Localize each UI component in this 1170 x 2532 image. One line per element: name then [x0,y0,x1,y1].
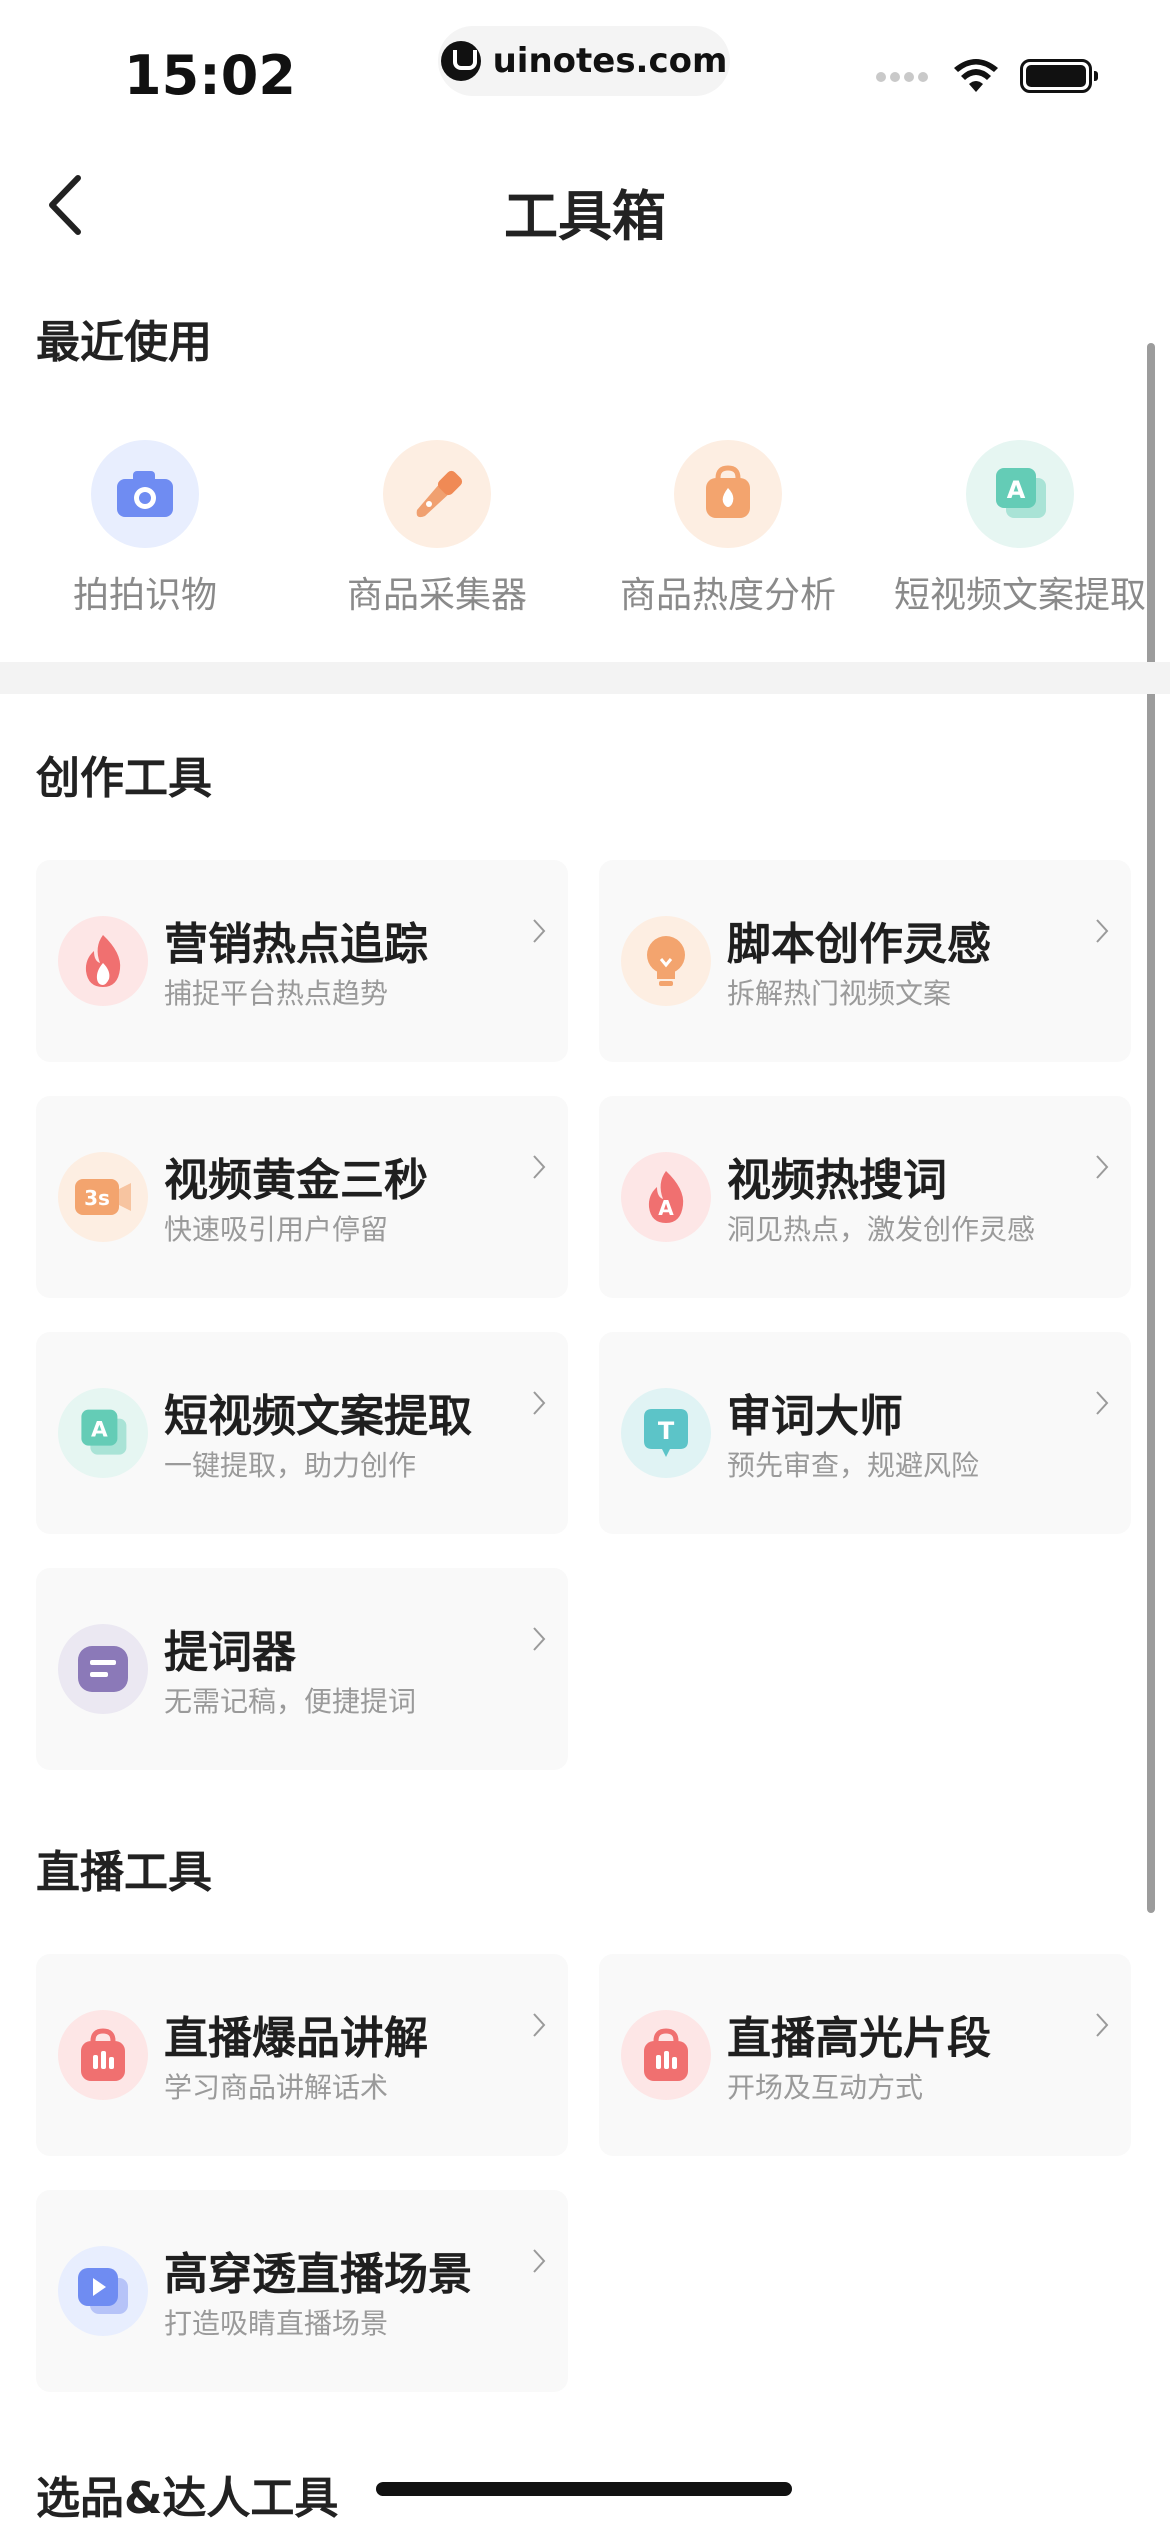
recent-item-product-collector[interactable]: 商品采集器 [307,440,567,618]
recent-item-text-extract[interactable]: A 短视频文案提取 [890,440,1150,618]
product-collector-icon [383,440,491,548]
wifi-icon [954,59,998,92]
tool-subtitle: 捕捉平台热点趋势 [164,977,389,1010]
tool-subtitle: 打造吸睛直播场景 [164,2307,389,2340]
teleprompter-icon [58,1624,148,1714]
tool-title: 短视频文案提取 [164,1391,472,1442]
recent-item-camera[interactable]: 拍拍识物 [15,440,275,618]
lightbulb-icon [621,916,711,1006]
section-title-recent: 最近使用 [36,317,212,368]
tool-title: 审词大师 [727,1391,903,1442]
tool-card-text-extract[interactable]: A 短视频文案提取 一键提取，助力创作 [36,1332,568,1534]
tool-subtitle: 开场及互动方式 [727,2071,924,2104]
svg-text:A: A [1007,476,1026,504]
chevron-right-icon [533,1627,546,1651]
text-extract-icon: A [966,440,1074,548]
tool-card-text-review[interactable]: T 审词大师 预先审查，规避风险 [599,1332,1131,1534]
tool-subtitle: 洞见热点，激发创作灵感 [727,1213,1036,1246]
chevron-right-icon [533,2249,546,2273]
text-extract-icon: A [58,1388,148,1478]
tool-title: 直播高光片段 [727,2013,991,2064]
tool-subtitle: 学习商品讲解话术 [164,2071,389,2104]
home-indicator[interactable] [376,2482,792,2496]
tool-subtitle: 无需记稿，便捷提词 [164,1685,417,1718]
section-title-live: 直播工具 [36,1847,212,1898]
recent-item-label: 短视频文案提取 [893,575,1146,616]
chevron-right-icon [1096,2013,1109,2037]
chevron-right-icon [1096,1155,1109,1179]
tool-title: 脚本创作灵感 [727,919,991,970]
recent-item-label: 商品热度分析 [619,575,836,616]
nav-bar: 工具箱 [0,150,1170,260]
chevron-right-icon [533,919,546,943]
svg-text:3s: 3s [84,1186,110,1210]
tool-title: 营销热点追踪 [164,919,428,970]
status-indicators [876,58,1098,94]
tool-card-teleprompter[interactable]: 提词器 无需记稿，便捷提词 [36,1568,568,1770]
section-title-creation: 创作工具 [36,753,212,804]
section-title-selection: 选品&达人工具 [36,2473,339,2524]
svg-text:A: A [658,1196,674,1220]
chevron-right-icon [1096,1391,1109,1415]
tool-card-live-highlight[interactable]: 直播高光片段 开场及互动方式 [599,1954,1131,2156]
tool-card-script-inspiration[interactable]: 脚本创作灵感 拆解热门视频文案 [599,860,1131,1062]
tool-card-hot-search-words[interactable]: A 视频热搜词 洞见热点，激发创作灵感 [599,1096,1131,1298]
svg-text:A: A [91,1418,108,1443]
recent-item-product-heat[interactable]: 商品热度分析 [598,440,858,618]
section-divider [0,662,1170,694]
tool-title: 直播爆品讲解 [164,2013,428,2064]
tool-subtitle: 一键提取，助力创作 [164,1449,417,1482]
url-pill[interactable]: uinotes.com [438,26,730,96]
tool-title: 提词器 [164,1627,296,1678]
fire-icon [58,916,148,1006]
recent-item-label: 拍拍识物 [72,575,217,616]
live-highlight-icon [621,2010,711,2100]
tool-subtitle: 快速吸引用户停留 [164,1213,389,1246]
url-text: uinotes.com [492,41,728,81]
tool-card-live-scene[interactable]: 高穿透直播场景 打造吸睛直播场景 [36,2190,568,2392]
tool-title: 视频热搜词 [727,1155,947,1206]
recent-list: 拍拍识物 商品采集器 商品热度分析 A 短视频文案提取 [0,440,1170,640]
site-logo-icon [440,41,481,81]
status-time: 15:02 [124,44,296,107]
tool-subtitle: 预先审查，规避风险 [727,1449,980,1482]
page-title: 工具箱 [504,185,666,248]
tool-subtitle: 拆解热门视频文案 [727,977,952,1010]
live-bag-icon [58,2010,148,2100]
chevron-right-icon [533,2013,546,2037]
svg-text:T: T [658,1417,675,1445]
three-seconds-icon: 3s [58,1152,148,1242]
tool-title: 高穿透直播场景 [164,2249,472,2300]
tool-title: 视频黄金三秒 [164,1155,428,1206]
status-bar: 15:02 uinotes.com [0,0,1170,140]
chevron-right-icon [533,1155,546,1179]
camera-icon [91,440,199,548]
product-heat-icon [674,440,782,548]
signal-icon [876,67,932,86]
chevron-right-icon [533,1391,546,1415]
tool-card-marketing-hotspot[interactable]: 营销热点追踪 捕捉平台热点趋势 [36,860,568,1062]
live-scene-icon [58,2246,148,2336]
tool-card-golden-three-seconds[interactable]: 3s 视频黄金三秒 快速吸引用户停留 [36,1096,568,1298]
recent-item-label: 商品采集器 [346,575,527,616]
tool-card-live-hot-product[interactable]: 直播爆品讲解 学习商品讲解话术 [36,1954,568,2156]
chevron-right-icon [1096,919,1109,943]
text-review-icon: T [621,1388,711,1478]
hot-search-icon: A [621,1152,711,1242]
battery-icon [1020,59,1098,93]
